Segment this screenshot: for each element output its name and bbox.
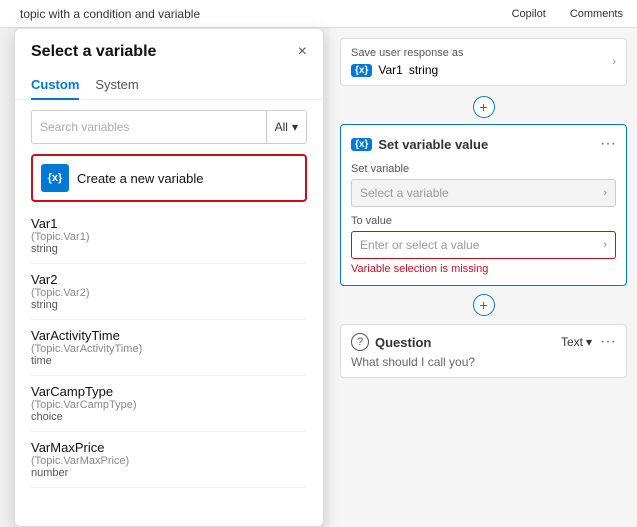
var-item-type: time <box>31 355 307 367</box>
tabs: Custom System <box>15 71 323 100</box>
var-item-topic: (Topic.Var2) <box>31 287 307 299</box>
var-item-name: Var1 <box>31 216 307 231</box>
var-item-type: number <box>31 467 307 479</box>
create-variable-button[interactable]: {x} Create a new variable <box>31 154 307 202</box>
list-item[interactable]: Var2 (Topic.Var2) string <box>31 264 307 320</box>
question-card: ? Question Text ▾ ··· What should I call… <box>340 324 627 378</box>
select-variable-placeholder: Select a variable <box>360 186 449 200</box>
question-content: What should I call you? <box>351 355 616 369</box>
card-menu-dots[interactable]: ··· <box>600 135 616 153</box>
var-item-topic: (Topic.VarMaxPrice) <box>31 455 307 467</box>
var-item-name: VarMaxPrice <box>31 440 307 455</box>
plus-circle-bottom[interactable]: + <box>473 294 495 316</box>
set-var-badge: {x} <box>351 138 372 151</box>
save-response-content: Save user response as {x} Var1 string <box>351 47 464 77</box>
to-value-input[interactable]: Enter or select a value › <box>351 231 616 259</box>
all-label: All <box>275 120 288 134</box>
var-item-type: choice <box>31 411 307 423</box>
var-item-type: string <box>31 243 307 255</box>
select-variable-panel: Select a variable × Custom System All ▾ … <box>14 28 324 527</box>
text-dropdown-chevron: ▾ <box>586 335 592 349</box>
list-item[interactable]: VarCampType (Topic.VarCampType) choice <box>31 376 307 432</box>
question-header: ? Question Text ▾ ··· <box>351 333 616 351</box>
filter-chevron: ▾ <box>292 120 298 134</box>
error-text: Variable selection is missing <box>351 263 616 275</box>
var-name-display: Var1 <box>378 63 402 77</box>
plus-connector-top: + <box>340 96 627 118</box>
search-bar: All ▾ <box>31 110 307 144</box>
list-item[interactable]: VarMaxPrice (Topic.VarMaxPrice) number <box>31 432 307 488</box>
search-input[interactable] <box>32 114 266 140</box>
create-var-icon: {x} <box>41 164 69 192</box>
var-item-topic: (Topic.VarCampType) <box>31 399 307 411</box>
question-title: Question <box>375 335 431 350</box>
top-bar: topic with a condition and variable Copi… <box>0 0 637 28</box>
tab-system[interactable]: System <box>95 71 138 100</box>
var-item-topic: (Topic.VarActivityTime) <box>31 343 307 355</box>
text-type-dropdown[interactable]: Text ▾ <box>561 335 592 349</box>
var-item-topic: (Topic.Var1) <box>31 231 307 243</box>
copilot-button[interactable]: Copilot <box>506 6 552 22</box>
card-header: {x} Set variable value ··· <box>351 135 616 153</box>
all-filter-dropdown[interactable]: All ▾ <box>266 111 306 143</box>
create-var-label: Create a new variable <box>77 171 203 186</box>
to-value-chevron: › <box>603 239 607 251</box>
text-type-label: Text <box>561 335 583 349</box>
save-response-chevron[interactable]: › <box>612 56 616 68</box>
save-response-value: {x} Var1 string <box>351 63 464 77</box>
panel-title: Select a variable <box>31 43 156 61</box>
variable-list: Var1 (Topic.Var1) string Var2 (Topic.Var… <box>15 208 323 526</box>
var-item-name: VarActivityTime <box>31 328 307 343</box>
close-button[interactable]: × <box>298 43 307 61</box>
comments-button[interactable]: Comments <box>564 6 629 22</box>
right-panel: Save user response as {x} Var1 string › … <box>330 28 637 527</box>
plus-connector-bottom: + <box>340 294 627 316</box>
var-item-name: Var2 <box>31 272 307 287</box>
plus-circle-top[interactable]: + <box>473 96 495 118</box>
to-value-placeholder: Enter or select a value <box>360 238 479 252</box>
page-title: topic with a condition and variable <box>20 7 200 21</box>
set-variable-card: {x} Set variable value ··· Set variable … <box>340 124 627 286</box>
panel-header: Select a variable × <box>15 29 323 61</box>
var-badge: {x} <box>351 64 372 77</box>
card-header-left: {x} Set variable value <box>351 137 488 152</box>
set-variable-title: Set variable value <box>378 137 488 152</box>
var-item-name: VarCampType <box>31 384 307 399</box>
list-item[interactable]: VarActivityTime (Topic.VarActivityTime) … <box>31 320 307 376</box>
question-right: Text ▾ ··· <box>561 333 616 351</box>
list-item[interactable]: Var1 (Topic.Var1) string <box>31 208 307 264</box>
tab-custom[interactable]: Custom <box>31 71 79 100</box>
select-var-chevron: › <box>603 187 607 199</box>
question-left: ? Question <box>351 333 431 351</box>
set-variable-label: Set variable <box>351 163 616 175</box>
save-response-label: Save user response as <box>351 47 464 59</box>
save-response-card: Save user response as {x} Var1 string › <box>340 38 627 86</box>
question-menu-dots[interactable]: ··· <box>600 333 616 351</box>
select-variable-input[interactable]: Select a variable › <box>351 179 616 207</box>
var-item-type: string <box>31 299 307 311</box>
to-value-label: To value <box>351 215 616 227</box>
question-icon: ? <box>351 333 369 351</box>
var-type-display: string <box>409 63 438 77</box>
